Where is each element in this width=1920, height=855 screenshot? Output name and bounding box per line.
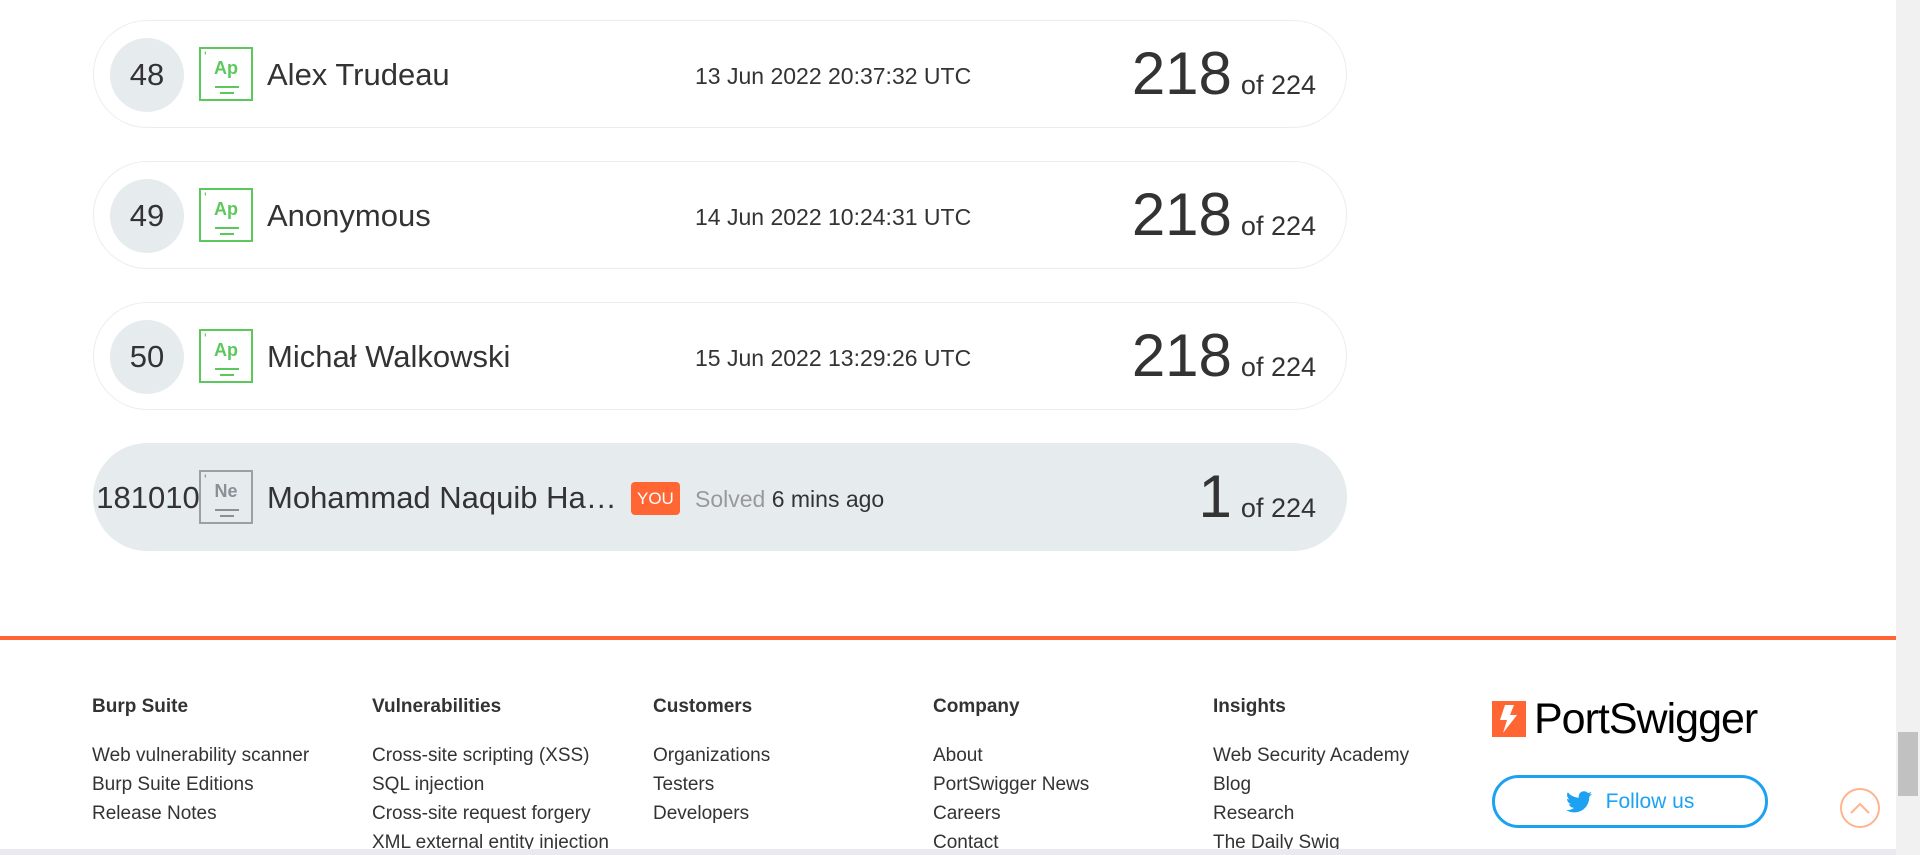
footer-column-company: Company About PortSwigger News Careers C…: [933, 696, 1089, 855]
score-value: 218: [1131, 322, 1232, 389]
portswigger-logo[interactable]: PortSwigger: [1492, 695, 1758, 743]
user-name: Mohammad Naquib Ha…: [267, 480, 617, 515]
leaderboard-row-current-user: 181010 ' Ne Mohammad Naquib Ha… YOU Solv…: [93, 443, 1347, 551]
solved-time: 6 mins ago: [771, 486, 885, 512]
footer-link[interactable]: Web Security Academy: [1213, 741, 1409, 770]
footer-link[interactable]: Release Notes: [92, 799, 309, 828]
page-viewport: 48 ' Ap Alex Trudeau 13 Jun 2022 20:37:3…: [0, 0, 1920, 855]
score-block: 218 of 224: [1132, 39, 1316, 109]
score-value: 218: [1131, 181, 1232, 248]
level-symbol: Ap: [214, 340, 238, 360]
footer-heading: Customers: [653, 696, 753, 717]
score-value: 218: [1131, 40, 1232, 107]
footer-link[interactable]: Testers: [653, 770, 770, 799]
footer-heading: Burp Suite: [92, 696, 189, 717]
solved-label: Solved: [695, 486, 766, 512]
footer-column-vulnerabilities: Vulnerabilities Cross-site scripting (XS…: [372, 696, 609, 855]
user-name: Michał Walkowski: [267, 339, 511, 374]
leaderboard-row: 49 ' Ap Anonymous 14 Jun 2022 10:24:31 U…: [93, 161, 1347, 269]
footer-link[interactable]: Web vulnerability scanner: [92, 741, 309, 770]
level-badge-icon: ' Ap: [199, 188, 253, 242]
leaderboard-row: 50 ' Ap Michał Walkowski 15 Jun 2022 13:…: [93, 302, 1347, 410]
footer-link[interactable]: Burp Suite Editions: [92, 770, 309, 799]
level-symbol: Ne: [214, 481, 238, 501]
footer-column-burp-suite: Burp Suite Web vulnerability scanner Bur…: [92, 696, 309, 828]
solved-date: 13 Jun 2022 20:37:32 UTC: [695, 63, 972, 89]
twitter-bird-icon: [1565, 790, 1592, 812]
score-block: 1 of 224: [1199, 462, 1316, 532]
site-footer: Burp Suite Web vulnerability scanner Bur…: [0, 636, 1896, 855]
score-value: 1: [1198, 463, 1232, 530]
score-block: 218 of 224: [1132, 180, 1316, 250]
footer-link[interactable]: Research: [1213, 799, 1409, 828]
solved-date: 15 Jun 2022 13:29:26 UTC: [695, 345, 972, 371]
rank-number: 49: [110, 179, 184, 253]
footer-link[interactable]: Blog: [1213, 770, 1409, 799]
level-symbol: Ap: [214, 58, 238, 78]
footer-link[interactable]: Developers: [653, 799, 770, 828]
score-total: of 224: [1240, 70, 1316, 100]
rank-number: 50: [110, 320, 184, 394]
footer-heading: Insights: [1213, 696, 1286, 717]
footer-column-customers: Customers Organizations Testers Develope…: [653, 696, 770, 828]
footer-heading: Company: [933, 696, 1020, 717]
bottom-edge: [0, 849, 1896, 855]
footer-link[interactable]: Organizations: [653, 741, 770, 770]
follow-label: Follow us: [1605, 789, 1695, 813]
level-badge-icon: ' Ap: [199, 47, 253, 101]
score-total: of 224: [1240, 352, 1316, 382]
footer-link[interactable]: Cross-site scripting (XSS): [372, 741, 609, 770]
level-badge-icon: ' Ap: [199, 329, 253, 383]
portswigger-logo-icon: [1492, 701, 1526, 737]
logo-text: PortSwigger: [1534, 695, 1758, 743]
footer-link[interactable]: SQL injection: [372, 770, 609, 799]
user-name: Anonymous: [267, 198, 431, 233]
score-total: of 224: [1240, 493, 1316, 523]
footer-link[interactable]: Careers: [933, 799, 1089, 828]
footer-link[interactable]: About: [933, 741, 1089, 770]
footer-link[interactable]: PortSwigger News: [933, 770, 1089, 799]
solved-status: Solved 6 mins ago: [695, 484, 884, 514]
you-badge: YOU: [631, 482, 680, 515]
scrollbar-thumb[interactable]: [1898, 732, 1918, 796]
scroll-to-top-button[interactable]: [1840, 788, 1880, 828]
footer-link[interactable]: Cross-site request forgery: [372, 799, 609, 828]
footer-column-insights: Insights Web Security Academy Blog Resea…: [1213, 696, 1409, 855]
rank-number: 181010: [96, 480, 200, 515]
twitter-follow-button[interactable]: Follow us: [1492, 775, 1768, 828]
vertical-scrollbar[interactable]: [1896, 0, 1920, 855]
chevron-up-icon: [1850, 802, 1870, 814]
level-symbol: Ap: [214, 199, 238, 219]
rank-number: 48: [110, 38, 184, 112]
footer-heading: Vulnerabilities: [372, 696, 502, 717]
leaderboard-row: 48 ' Ap Alex Trudeau 13 Jun 2022 20:37:3…: [93, 20, 1347, 128]
score-block: 218 of 224: [1132, 321, 1316, 391]
solved-date: 14 Jun 2022 10:24:31 UTC: [695, 204, 972, 230]
score-total: of 224: [1240, 211, 1316, 241]
user-name: Alex Trudeau: [267, 57, 450, 92]
level-badge-icon: ' Ne: [199, 470, 253, 524]
